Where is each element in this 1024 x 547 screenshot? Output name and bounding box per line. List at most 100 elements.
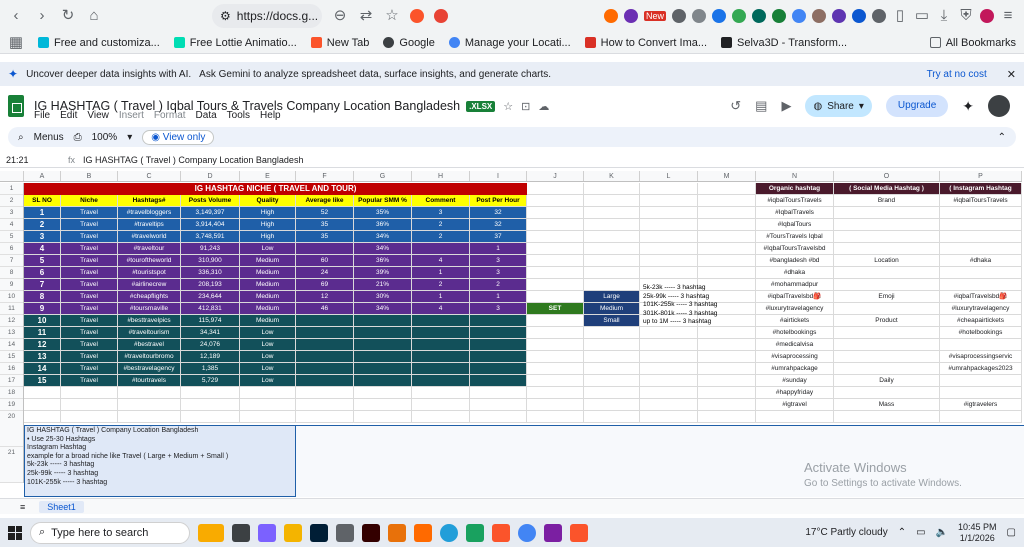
cell[interactable]: 21% <box>354 279 412 291</box>
clock[interactable]: 10:45 PM 1/1/2026 <box>958 522 997 544</box>
view-only-button[interactable]: ◉ View only <box>142 129 215 145</box>
cell[interactable]: 35 <box>296 231 354 243</box>
column-header[interactable]: P <box>940 171 1022 181</box>
cell[interactable]: Low <box>240 327 296 339</box>
cell[interactable]: 3,914,404 <box>181 219 240 231</box>
cell[interactable] <box>527 339 584 351</box>
row-header[interactable]: 19 <box>0 399 23 411</box>
cell[interactable] <box>61 387 118 399</box>
download-icon[interactable]: ⤓ <box>936 8 952 24</box>
cell[interactable]: 1 <box>412 267 470 279</box>
cell[interactable]: #visaprocessingservic <box>940 351 1022 363</box>
chevron-down-icon[interactable]: ▾ <box>859 101 864 112</box>
cell[interactable]: 91,243 <box>181 243 240 255</box>
cell[interactable]: #visaprocessing <box>756 351 834 363</box>
cell[interactable] <box>181 399 240 411</box>
extension-icon[interactable] <box>852 9 866 23</box>
cell[interactable]: Large <box>584 291 640 303</box>
bookmark-item[interactable]: How to Convert Ima... <box>584 37 707 49</box>
cell[interactable] <box>354 387 412 399</box>
column-header[interactable]: H <box>412 171 470 181</box>
cell[interactable] <box>584 351 640 363</box>
volume-icon[interactable]: 🔈 <box>936 527 948 538</box>
menu-help[interactable]: Help <box>260 110 281 121</box>
cell[interactable] <box>834 351 940 363</box>
share-button[interactable]: ◍ Share ▾ <box>805 95 872 117</box>
cell[interactable]: 310,900 <box>181 255 240 267</box>
cell[interactable] <box>640 351 698 363</box>
cell[interactable] <box>412 339 470 351</box>
cell[interactable] <box>698 339 756 351</box>
cell[interactable]: 6 <box>24 267 61 279</box>
cell[interactable] <box>584 279 640 291</box>
row-header[interactable]: 12 <box>0 315 23 327</box>
cell[interactable]: #umrahpackage <box>756 363 834 375</box>
cell[interactable] <box>640 219 698 231</box>
cell[interactable] <box>470 387 527 399</box>
cell[interactable]: 11 <box>24 327 61 339</box>
cell[interactable]: Travel <box>61 219 118 231</box>
cell[interactable]: Travel <box>61 303 118 315</box>
cell[interactable]: Travel <box>61 267 118 279</box>
cell[interactable] <box>470 351 527 363</box>
cell[interactable]: Travel <box>61 315 118 327</box>
address-bar[interactable]: ⚙ https://docs.g... <box>212 4 322 28</box>
cell[interactable]: Low <box>240 243 296 255</box>
cell[interactable]: #airtickets <box>756 315 834 327</box>
cell[interactable]: 35 <box>296 219 354 231</box>
cell[interactable]: 1 <box>470 291 527 303</box>
cell[interactable] <box>296 327 354 339</box>
cell[interactable]: 34% <box>354 303 412 315</box>
row-header[interactable]: 8 <box>0 267 23 279</box>
cell[interactable] <box>940 243 1022 255</box>
cell[interactable] <box>412 363 470 375</box>
cell[interactable] <box>24 399 61 411</box>
sparkles-icon[interactable] <box>198 523 224 542</box>
cell[interactable] <box>412 351 470 363</box>
avatar[interactable] <box>988 95 1010 117</box>
collapse-icon[interactable]: ⌃ <box>998 132 1006 143</box>
cell[interactable]: 2 <box>412 231 470 243</box>
cell[interactable]: Travel <box>61 231 118 243</box>
task-view-icon[interactable] <box>232 523 250 542</box>
cell[interactable]: Travel <box>61 327 118 339</box>
cell[interactable] <box>354 363 412 375</box>
cell[interactable]: 4 <box>412 303 470 315</box>
cell[interactable] <box>584 183 640 195</box>
cell[interactable]: Travel <box>61 351 118 363</box>
cell[interactable] <box>698 375 756 387</box>
cell[interactable] <box>412 375 470 387</box>
cell[interactable]: 4 <box>412 255 470 267</box>
cell[interactable] <box>640 363 698 375</box>
cell[interactable]: 412,831 <box>181 303 240 315</box>
cell[interactable] <box>118 411 181 423</box>
row-header[interactable]: 13 <box>0 327 23 339</box>
cell[interactable] <box>527 399 584 411</box>
cell[interactable]: Medium <box>240 255 296 267</box>
taskbar-search[interactable]: ⌕ Type here to search <box>30 521 190 544</box>
cell[interactable]: 3,748,591 <box>181 231 240 243</box>
cell[interactable] <box>698 399 756 411</box>
cell[interactable]: Medium <box>240 315 296 327</box>
chrome-icon[interactable] <box>518 523 536 542</box>
apps-grid-icon[interactable]: ▦ <box>8 34 24 51</box>
app-icon[interactable] <box>388 523 406 542</box>
cell[interactable] <box>640 375 698 387</box>
cell[interactable]: 10 <box>24 315 61 327</box>
cell[interactable]: 32 <box>470 219 527 231</box>
menus-search[interactable]: Menus <box>34 132 64 143</box>
cell[interactable]: Medium <box>240 267 296 279</box>
cell[interactable] <box>584 399 640 411</box>
cell[interactable] <box>698 243 756 255</box>
cell[interactable] <box>527 327 584 339</box>
extension-icon[interactable] <box>832 9 846 23</box>
extension-icon[interactable] <box>792 9 806 23</box>
cell[interactable]: #happyfriday <box>756 387 834 399</box>
photoshop-icon[interactable] <box>310 523 328 542</box>
cell[interactable] <box>354 351 412 363</box>
cell[interactable] <box>698 255 756 267</box>
cell[interactable] <box>470 375 527 387</box>
cell[interactable] <box>584 195 640 207</box>
cell[interactable]: Medium <box>584 303 640 315</box>
cell[interactable] <box>61 411 118 423</box>
